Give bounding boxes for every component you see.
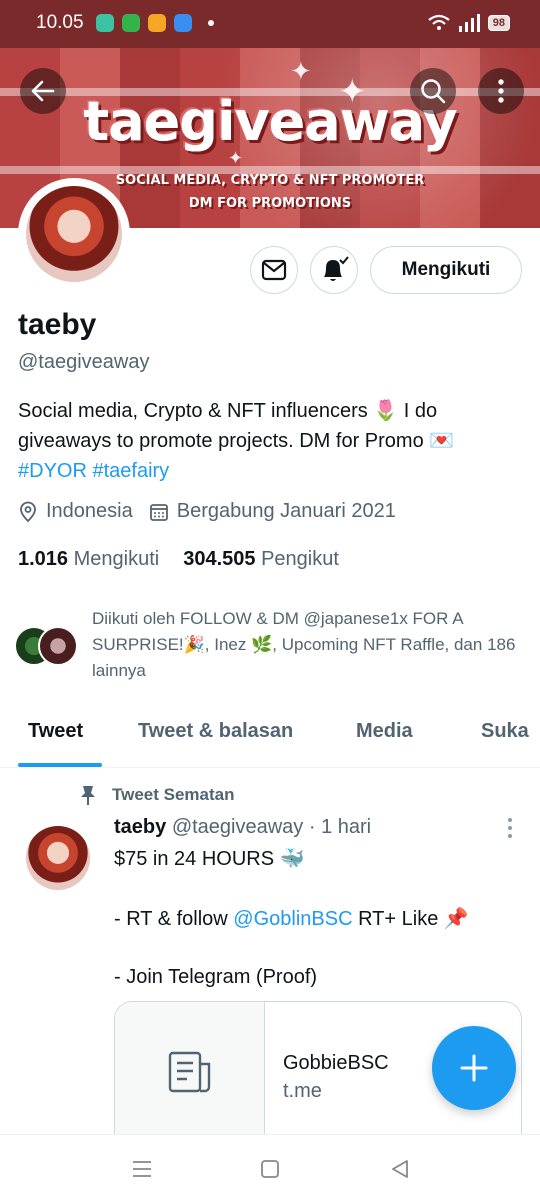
bio-line: giveaways to promote projects. DM for Pr…	[18, 430, 455, 452]
notification-icons	[96, 14, 192, 32]
sparkle-icon: ✦	[290, 56, 312, 86]
tweet-text-line: - Join Telegram (Proof)	[114, 966, 318, 988]
mention-link[interactable]: @GoblinBSC	[233, 908, 352, 930]
battery-indicator: 98	[487, 15, 510, 31]
pinned-label: Tweet Sematan	[78, 784, 235, 806]
back-button[interactable]	[20, 68, 66, 114]
tweet-text-fragment: RT+ Like 📌	[352, 908, 469, 930]
profile-bio: Social media, Crypto & NFT influencers 🌷…	[18, 396, 518, 486]
location-text: Indonesia	[46, 500, 133, 522]
following-count: 1.016	[18, 548, 69, 570]
tab-likes[interactable]: Suka	[481, 720, 529, 743]
avatar-image	[26, 186, 122, 282]
notification-app-icon	[174, 14, 192, 32]
profile-location: Indonesia	[18, 500, 133, 523]
profile-avatar[interactable]	[18, 178, 130, 290]
followers-stat[interactable]: 304.505 Pengikut	[183, 548, 339, 571]
notification-app-icon	[96, 14, 114, 32]
followers-label: Pengikut	[261, 548, 339, 570]
followers-count: 304.505	[183, 548, 256, 570]
notification-app-icon	[122, 14, 140, 32]
more-options-button[interactable]	[478, 68, 524, 114]
status-time: 10.05	[36, 12, 84, 33]
back-nav-button[interactable]	[388, 1157, 412, 1181]
following-stat[interactable]: 1.016 Mengikuti	[18, 548, 159, 571]
pin-icon	[81, 786, 95, 805]
status-right: 98	[428, 14, 510, 32]
more-vertical-icon	[508, 818, 512, 838]
link-card-title: GobbieBSC	[283, 1052, 389, 1074]
tweet-handle: @taegiveaway	[171, 816, 304, 838]
link-card-url: t.me	[283, 1080, 322, 1102]
status-bar: 10.05 98	[0, 0, 540, 48]
more-notifications-dot	[208, 20, 214, 26]
tab-tweets-replies[interactable]: Tweet & balasan	[138, 720, 293, 743]
followed-by-text: Diikuti oleh FOLLOW & DM @japanese1x FOR…	[92, 609, 516, 680]
tweet-header: taeby @taegiveaway · 1 hari	[114, 816, 371, 839]
calendar-icon	[149, 503, 168, 521]
tweet-text-fragment: - RT & follow	[114, 908, 234, 930]
profile-tabs: Tweet Tweet & balasan Media Suka	[0, 700, 540, 768]
joined-text: Bergabung Januari 2021	[176, 500, 396, 522]
profile-joined: Bergabung Januari 2021	[149, 500, 396, 523]
hashtag-link[interactable]: #taefairy	[92, 460, 169, 482]
notifications-button[interactable]	[310, 246, 358, 294]
back-arrow-icon	[31, 80, 55, 102]
tweet-separator: ·	[308, 816, 316, 838]
plus-icon	[460, 1054, 488, 1082]
tweet-text-line: $75 in 24 HOURS 🐳	[114, 848, 305, 870]
document-icon	[168, 1051, 210, 1093]
pinned-text: Tweet Sematan	[112, 785, 235, 804]
tweet-author[interactable]: taeby	[114, 816, 166, 838]
system-nav-bar	[0, 1134, 540, 1200]
message-button[interactable]	[250, 246, 298, 294]
tab-tweets[interactable]: Tweet	[28, 720, 83, 743]
profile-stats: 1.016 Mengikuti 304.505 Pengikut	[18, 548, 339, 571]
notification-app-icon	[148, 14, 166, 32]
bell-icon	[324, 256, 349, 281]
search-icon	[421, 79, 446, 104]
following-button[interactable]: Mengikuti	[370, 246, 522, 294]
tweet-more-button[interactable]	[500, 816, 520, 840]
wifi-icon	[428, 14, 450, 30]
more-vertical-icon	[498, 79, 504, 103]
link-card-thumbnail	[115, 1002, 265, 1141]
banner-title: taegiveaway	[83, 90, 457, 153]
location-pin-icon	[20, 501, 36, 522]
tweet-text-line: - RT & follow @GoblinBSC RT+ Like 📌	[114, 906, 469, 931]
triangle-back-icon	[392, 1160, 408, 1178]
home-button[interactable]	[258, 1157, 282, 1181]
tweet-time: 1 hari	[321, 816, 372, 838]
tab-media[interactable]: Media	[356, 720, 413, 743]
mail-icon	[261, 259, 287, 281]
profile-handle: @taegiveaway	[18, 351, 150, 373]
following-label: Mengikuti	[73, 548, 160, 570]
recent-apps-button[interactable]	[130, 1157, 154, 1181]
signal-icon	[458, 14, 480, 32]
profile-meta: Indonesia Bergabung Januari 2021	[18, 500, 412, 523]
profile-name: taeby	[18, 308, 97, 341]
bio-line: Social media, Crypto & NFT influencers 🌷…	[18, 400, 438, 422]
follower-avatar	[38, 626, 78, 666]
tweet-avatar[interactable]	[26, 826, 90, 890]
bio-hashtags: #DYOR #taefairy	[18, 456, 518, 486]
active-tab-indicator	[18, 763, 102, 767]
menu-icon	[133, 1161, 151, 1177]
compose-tweet-button[interactable]	[432, 1026, 516, 1110]
search-button[interactable]	[410, 68, 456, 114]
hashtag-link[interactable]: #DYOR	[18, 460, 87, 482]
square-icon	[261, 1160, 279, 1178]
